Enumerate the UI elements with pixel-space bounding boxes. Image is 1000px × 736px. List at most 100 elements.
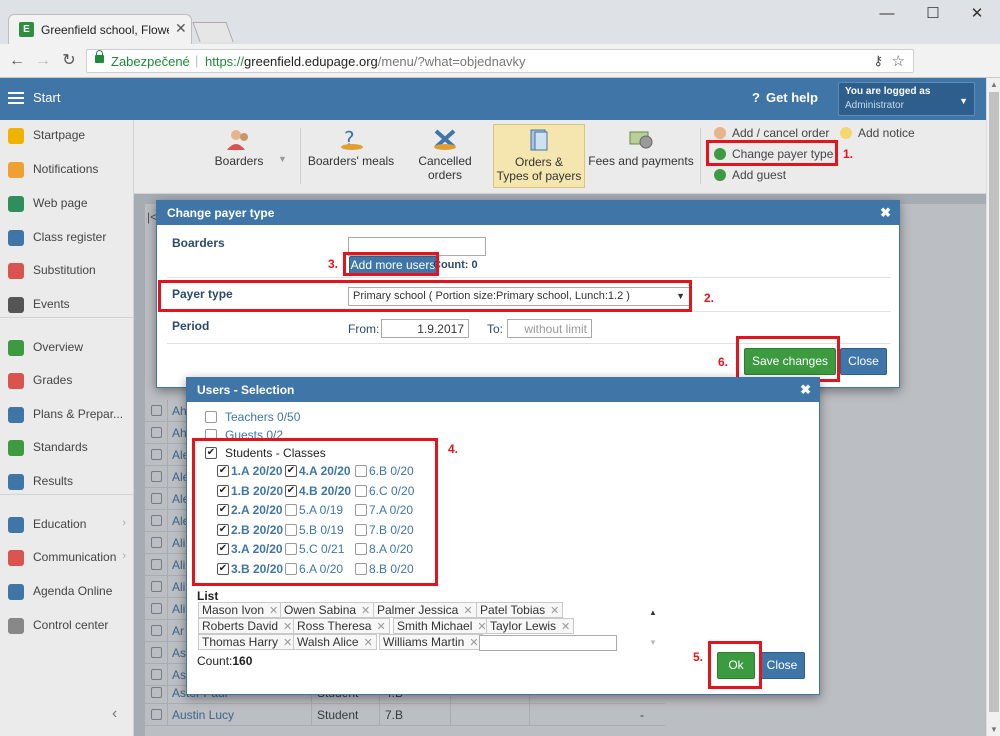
get-help-label: Get help [765, 90, 818, 105]
collapse-sidebar-icon[interactable]: ‹ [112, 705, 117, 723]
caret-down-icon: ▼ [959, 96, 968, 106]
forward-icon[interactable]: → [32, 50, 54, 72]
remove-tag-icon[interactable]: ✕ [364, 637, 373, 649]
sidebar-item-8[interactable]: Plans & Prepar... [0, 399, 134, 429]
close-tab-icon[interactable]: ✕ [175, 20, 187, 37]
flag-icon [8, 297, 24, 313]
add-notice-link[interactable]: Add notice [840, 126, 915, 140]
remove-tag-icon[interactable]: ✕ [269, 605, 278, 617]
user-tag-name: Mason Ivon [202, 603, 265, 617]
remove-tag-icon[interactable]: ✕ [376, 621, 385, 633]
maximize-icon[interactable]: ☐ [918, 4, 948, 24]
remove-tag-icon[interactable]: ✕ [550, 605, 559, 617]
sidebar-item-6[interactable]: Overview [0, 332, 134, 362]
add-person-icon [714, 169, 726, 181]
sidebar-item-4[interactable]: Substitution [0, 255, 134, 285]
grades-icon [8, 373, 24, 389]
add-guest-link[interactable]: Add guest [714, 168, 786, 182]
user-name: Administrator [845, 100, 904, 111]
close-window-icon[interactable]: ✕ [962, 4, 992, 24]
add-user-input[interactable] [479, 635, 617, 651]
hamburger-menu-icon[interactable] [8, 92, 24, 104]
sidebar-item-0[interactable]: Startpage [0, 120, 134, 150]
back-icon[interactable]: ← [6, 50, 28, 72]
sidebar-item-14[interactable]: Control center [0, 610, 134, 640]
boarders-meals-button[interactable]: ? Boarders' meals [306, 124, 396, 188]
scroll-up-icon[interactable]: ▲ [990, 80, 998, 89]
add-cancel-order-link[interactable]: Add / cancel order [714, 126, 829, 140]
sidebar-divider [0, 317, 134, 318]
remove-tag-icon[interactable]: ✕ [561, 621, 570, 633]
boarders-dropdown-icon[interactable]: ▼ [278, 154, 287, 164]
minimize-icon[interactable]: — [872, 4, 902, 24]
user-menu[interactable]: You are logged as Administrator ▼ [838, 82, 975, 116]
key-icon[interactable]: ⚷ [873, 53, 883, 69]
orders-label-line1: Orders & [514, 155, 563, 169]
sidebar-item-13[interactable]: Agenda Online [0, 576, 134, 606]
scroll-thumb[interactable] [989, 92, 999, 712]
fees-payments-button[interactable]: Fees and payments [588, 124, 694, 188]
edupage-favicon-icon: E [19, 22, 34, 37]
sidebar-item-5[interactable]: Events [0, 289, 134, 319]
bookmark-star-icon[interactable]: ☆ [892, 52, 905, 70]
sidebar: Startpage Notifications Web page Class regi… [0, 120, 134, 736]
list-scroll-up-icon[interactable]: ▲ [649, 608, 657, 617]
cancelled-orders-button[interactable]: Cancelled orders [400, 124, 490, 188]
users-dialog-header: Users - Selection ✖ [187, 378, 819, 402]
user-tag-name: Walsh Alice [297, 635, 359, 649]
remove-tag-icon[interactable]: ✕ [361, 605, 370, 617]
user-tag-name: Owen Sabina [284, 603, 357, 617]
tab-title: Greenfield school, Flowerdale [41, 23, 169, 37]
app-header: Start ? Get help You are logged as Admini… [0, 78, 986, 120]
from-date-input[interactable]: 1.9.2017 [381, 319, 469, 338]
fees-icon [629, 131, 653, 149]
users-close-button[interactable]: Close [759, 652, 805, 679]
url-text: https://greenfield.edupage.org/menu/?wha… [205, 54, 526, 69]
sidebar-item-10[interactable]: Results [0, 466, 134, 496]
remove-tag-icon[interactable]: ✕ [283, 637, 292, 649]
sidebar-item-2[interactable]: Web page [0, 188, 134, 218]
close-users-dialog-icon[interactable]: ✖ [800, 382, 811, 398]
orders-types-of-payers-button[interactable]: Orders & Types of payers [493, 124, 585, 188]
sidebar-item-1[interactable]: Notifications [0, 154, 134, 184]
sidebar-item-label: Events [33, 297, 70, 311]
get-help-link[interactable]: ? Get help [752, 90, 818, 105]
user-tag-name: Palmer Jessica [377, 603, 459, 617]
toolbar-divider [300, 128, 301, 184]
user-tag: Walsh Alice ✕ [293, 634, 377, 650]
new-tab-button[interactable] [192, 22, 234, 42]
envelope-icon [8, 162, 24, 178]
teachers-group[interactable]: Teachers 0/50 [225, 410, 300, 424]
divider [167, 277, 891, 278]
annotation-1: 1. [843, 147, 854, 161]
remove-tag-icon[interactable]: ✕ [283, 621, 292, 633]
close-dialog-icon[interactable]: ✖ [880, 205, 891, 221]
chevron-right-icon: › [122, 550, 126, 562]
briefcase-icon [8, 407, 24, 423]
sidebar-item-7[interactable]: Grades [0, 365, 134, 395]
sidebar-item-12[interactable]: Communication › [0, 542, 134, 572]
shield-icon [8, 440, 24, 456]
to-label: To: [487, 322, 504, 336]
list-scroll-down-icon[interactable]: ▼ [649, 638, 657, 647]
boarders-button[interactable]: Boarders ▼ [180, 124, 298, 188]
scroll-down-icon[interactable]: ▼ [990, 725, 998, 734]
reload-icon[interactable]: ↻ [58, 50, 80, 72]
from-label: From: [348, 322, 380, 336]
teachers-checkbox[interactable] [205, 411, 217, 423]
close-button[interactable]: Close [840, 348, 887, 375]
lightbulb-icon [840, 127, 852, 139]
to-date-input[interactable]: without limit [507, 319, 592, 338]
boarders-count: Count: 0 [433, 259, 478, 271]
sidebar-item-11[interactable]: Education › [0, 509, 134, 539]
start-link[interactable]: Start [33, 90, 60, 105]
url-input[interactable]: Zabezpečené | https://greenfield.edupage… [86, 49, 914, 73]
remove-tag-icon[interactable]: ✕ [469, 637, 478, 649]
sidebar-item-3[interactable]: Class register [0, 222, 134, 252]
sidebar-item-9[interactable]: Standards [0, 432, 134, 462]
user-tag-name: Ross Theresa [297, 619, 372, 633]
remove-tag-icon[interactable]: ✕ [463, 605, 472, 617]
browser-tab[interactable]: E Greenfield school, Flowerdale ✕ [8, 14, 192, 44]
user-tag-name: Smith Michael [397, 619, 473, 633]
vertical-scrollbar[interactable]: ▲ ▼ [986, 78, 1000, 736]
